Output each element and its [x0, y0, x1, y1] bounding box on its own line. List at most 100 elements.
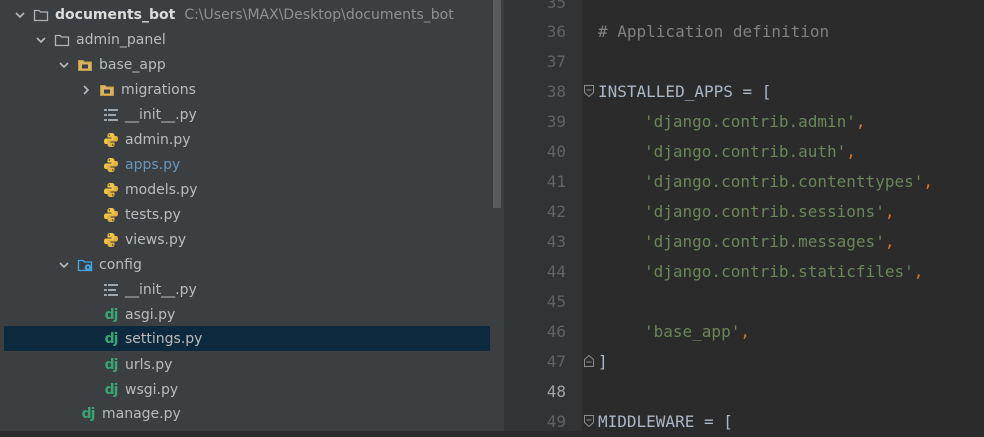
tree-item-label: base_app — [99, 56, 166, 73]
chevron-right-icon[interactable] — [78, 77, 94, 102]
folder-icon — [53, 31, 71, 49]
line-number: 39 — [546, 112, 566, 131]
line-number: 46 — [546, 322, 566, 341]
line-number: 36 — [546, 22, 566, 41]
code-line-43: 'django.contrib.messages', — [644, 227, 894, 257]
tree-item-label: asgi.py — [125, 306, 176, 323]
line-number: 43 — [546, 232, 566, 251]
tree-item-label: __init__.py — [125, 281, 197, 298]
tree-item-label: settings.py — [125, 330, 203, 347]
fold-collapse-icon[interactable] — [583, 414, 595, 428]
tree-item-config[interactable]: config — [0, 252, 490, 277]
chevron-down-icon[interactable] — [56, 252, 72, 277]
tree-item-apps-py[interactable]: apps.py — [0, 152, 490, 177]
python-file-icon — [102, 206, 120, 224]
tree-item-label: __init__.py — [125, 106, 197, 123]
line-number: 35 — [546, 0, 566, 12]
django-file-icon: dj — [104, 381, 119, 398]
package-folder-icon — [76, 56, 94, 74]
django-file-icon: dj — [81, 405, 96, 422]
line-number: 49 — [546, 412, 566, 431]
django-file-icon: dj — [104, 330, 119, 347]
tree-item-migrations[interactable]: migrations — [0, 77, 490, 102]
folder-icon — [32, 6, 50, 24]
line-number: 40 — [546, 142, 566, 161]
tree-item-urls-py[interactable]: dj urls.py — [0, 352, 490, 377]
string-literal: 'django.contrib.messages' — [644, 232, 885, 251]
tree-item-manage-py[interactable]: dj manage.py — [0, 401, 490, 426]
django-file-icon: dj — [104, 306, 119, 323]
tree-item-views-py[interactable]: views.py — [0, 227, 490, 252]
code-line-41: 'django.contrib.contenttypes', — [644, 167, 933, 197]
chevron-down-icon[interactable] — [56, 52, 72, 77]
comma: , — [884, 232, 895, 251]
fold-collapse-icon[interactable] — [583, 84, 595, 98]
line-number: 37 — [546, 52, 566, 71]
line-number: 41 — [546, 172, 566, 191]
tree-item-label: admin.py — [125, 131, 191, 148]
tree-item-admin-py[interactable]: admin.py — [0, 127, 490, 152]
comma: , — [913, 262, 924, 281]
string-literal: 'django.contrib.admin' — [644, 112, 856, 131]
comma: , — [884, 202, 895, 221]
code-comment: # Application definition — [598, 22, 830, 41]
tree-item-label: config — [99, 256, 142, 273]
tree-item-label: models.py — [125, 181, 198, 198]
line-number: 45 — [546, 292, 566, 311]
string-literal: 'django.contrib.staticfiles' — [644, 262, 914, 281]
tree-item-settings-py[interactable]: dj settings.py — [4, 326, 504, 351]
init-file-icon — [102, 106, 120, 124]
tree-item-label: migrations — [121, 81, 196, 98]
line-number-gutter: 35 36 37 38 39 40 41 42 43 44 45 46 47 4… — [504, 0, 582, 431]
line-number: 38 — [546, 82, 566, 101]
code-line-42: 'django.contrib.sessions', — [644, 197, 894, 227]
django-file-icon: dj — [104, 356, 119, 373]
python-file-icon — [102, 131, 120, 149]
package-folder-icon — [98, 81, 116, 99]
line-number: 42 — [546, 202, 566, 221]
code-line-middleware: MIDDLEWARE = [ — [598, 412, 733, 431]
tree-item-label: urls.py — [125, 356, 173, 373]
comma: , — [923, 172, 933, 191]
tree-item-tests-py[interactable]: tests.py — [0, 202, 490, 227]
string-literal: 'django.contrib.sessions' — [644, 202, 885, 221]
tree-item-label: admin_panel — [76, 31, 166, 48]
python-file-icon — [102, 156, 120, 174]
line-number-current: 48 — [546, 382, 566, 401]
code-editor[interactable]: # Application definition INSTALLED_APPS … — [582, 0, 984, 431]
python-file-icon — [102, 181, 120, 199]
string-literal: 'django.contrib.auth' — [644, 142, 847, 161]
chevron-down-icon[interactable] — [33, 27, 49, 52]
init-file-icon — [102, 281, 120, 299]
comma: , — [855, 112, 866, 131]
tree-item-documents-bot[interactable]: documents_bot C:\Users\MAX\Desktop\docum… — [0, 2, 490, 27]
tree-item-admin-panel[interactable]: admin_panel — [0, 27, 490, 52]
tree-item-label: tests.py — [125, 206, 181, 223]
chevron-down-icon[interactable] — [12, 2, 28, 27]
tree-item-label: wsgi.py — [125, 381, 179, 398]
code-line-installed-apps: INSTALLED_APPS = [ — [598, 82, 772, 101]
comma: , — [846, 142, 856, 161]
fold-end-icon[interactable] — [583, 354, 595, 368]
comma: , — [740, 322, 750, 341]
project-path: C:\Users\MAX\Desktop\documents_bot — [184, 6, 454, 23]
tree-item-asgi-py[interactable]: dj asgi.py — [0, 302, 490, 327]
tree-item-base-app[interactable]: base_app — [0, 52, 490, 77]
tree-item-config-init[interactable]: __init__.py — [0, 277, 490, 302]
python-file-icon — [102, 231, 120, 249]
string-literal: 'django.contrib.contenttypes' — [644, 172, 924, 191]
tree-item-base-app-init[interactable]: __init__.py — [0, 102, 490, 127]
code-line-39: 'django.contrib.admin', — [644, 107, 866, 137]
code-line-44: 'django.contrib.staticfiles', — [644, 257, 923, 287]
code-line-40: 'django.contrib.auth', — [644, 137, 856, 167]
line-number: 47 — [546, 352, 566, 371]
tree-scrollbar[interactable] — [490, 0, 504, 431]
tree-item-wsgi-py[interactable]: dj wsgi.py — [0, 377, 490, 402]
project-tree: documents_bot C:\Users\MAX\Desktop\docum… — [0, 0, 504, 431]
tree-item-label: apps.py — [125, 156, 181, 173]
tree-item-models-py[interactable]: models.py — [0, 177, 490, 202]
code-line-47: ] — [598, 352, 608, 371]
string-literal: 'base_app' — [644, 322, 741, 341]
tree-item-label: documents_bot — [55, 6, 176, 23]
scrollbar-thumb[interactable] — [493, 0, 501, 208]
